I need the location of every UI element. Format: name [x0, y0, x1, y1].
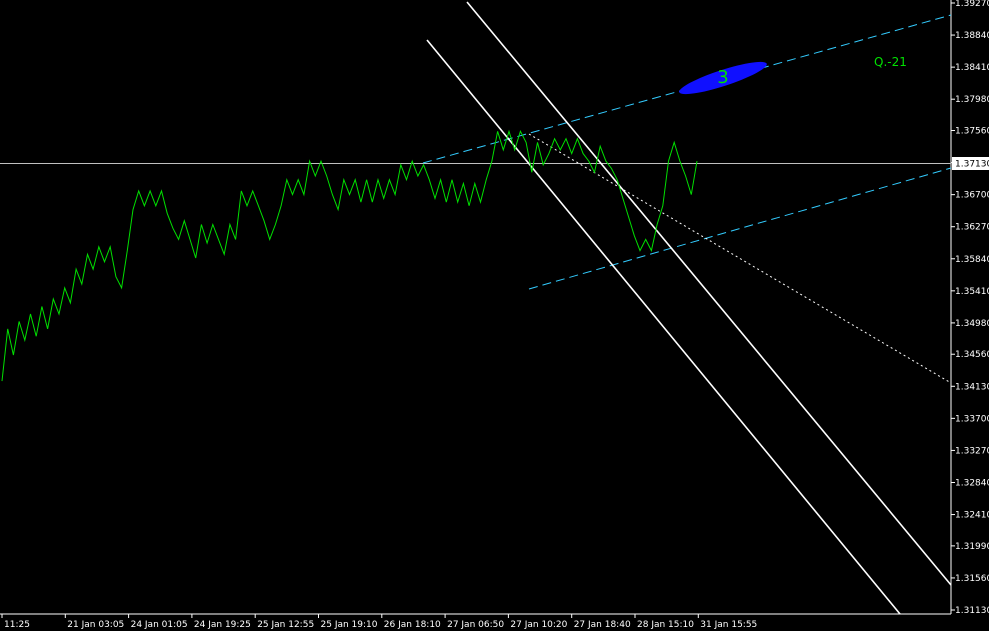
y-tick-label: 1.35840: [955, 255, 989, 265]
y-tick-label: 1.34130: [955, 382, 989, 392]
y-tick-label: 1.34980: [955, 319, 989, 329]
y-tick-label: 1.36270: [955, 223, 989, 233]
y-tick-label: 1.37560: [955, 127, 989, 137]
x-tick-label: 27 Jan 10:20: [510, 620, 567, 630]
x-tick-label: 21 Jan 03:05: [67, 620, 124, 630]
y-tick-label: 1.31560: [955, 574, 989, 584]
x-tick-label: 27 Jan 18:40: [574, 620, 631, 630]
y-tick-label: 1.32840: [955, 478, 989, 488]
price-chart: 1.39270 1.38840 1.38410 1.37980 1.37560 1.371…: [0, 0, 989, 631]
y-tick-label: 1.32410: [955, 511, 989, 521]
x-tick-label: 25 Jan 19:10: [321, 620, 378, 630]
y-tick-label: 1.39270: [955, 0, 989, 9]
y-tick-label: 1.35410: [955, 287, 989, 297]
y-tick-label: 1.31130: [955, 606, 989, 616]
y-tick-label: 1.33700: [955, 414, 989, 424]
x-tick-label: 26 Jan 18:10: [384, 620, 441, 630]
y-tick-label: 1.34560: [955, 350, 989, 360]
y-tick-label: 1.37980: [955, 95, 989, 105]
wave-label: 3: [717, 67, 728, 88]
x-tick-label: 27 Jan 06:50: [447, 620, 504, 630]
y-tick-label: 1.33270: [955, 446, 989, 456]
y-tick-label: 1.31990: [955, 542, 989, 552]
x-tick-label: 31 Jan 15:55: [700, 620, 757, 630]
x-tick-label: 11:25: [4, 620, 30, 630]
current-price-label: 1.37130: [955, 160, 989, 170]
y-tick-label: 1.38410: [955, 63, 989, 73]
x-tick-label: 24 Jan 01:05: [131, 620, 188, 630]
x-tick-label: 24 Jan 19:25: [194, 620, 251, 630]
x-tick-label: 28 Jan 15:10: [637, 620, 694, 630]
q-label: Q.-21: [874, 55, 907, 69]
plot-background: [0, 0, 989, 631]
x-tick-label: 25 Jan 12:55: [257, 620, 314, 630]
y-tick-label: 1.38840: [955, 31, 989, 41]
y-tick-label: 1.36700: [955, 191, 989, 201]
